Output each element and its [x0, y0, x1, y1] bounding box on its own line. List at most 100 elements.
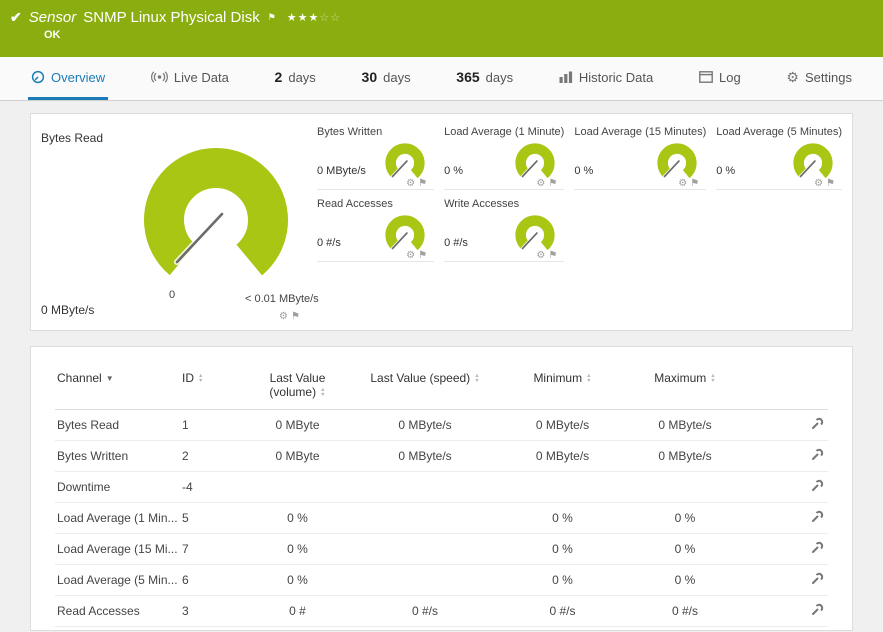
status-badge: OK — [44, 29, 61, 41]
tab-label: Log — [718, 69, 741, 85]
sort-desc-icon: ▼ — [105, 374, 114, 384]
channel-name: Downtime — [55, 471, 180, 503]
gauge-bytes-read: Bytes Read 0 < 0.01 MByte/s 0 MByte/s ⚙⚑ — [31, 114, 319, 330]
column-label: ID — [182, 371, 194, 385]
channel-settings-wrench-icon[interactable] — [811, 541, 824, 557]
channel-settings-wrench-icon[interactable] — [811, 572, 824, 588]
channel-maximum: 0 MByte/s — [625, 440, 745, 472]
channel-name: Bytes Written — [55, 440, 180, 472]
gauge-title: Load Average (5 Minutes) — [716, 126, 842, 138]
gauge-title: Read Accesses — [317, 198, 393, 210]
gauge-pin-icon[interactable]: ⚑ — [291, 311, 303, 322]
tab-30-days[interactable]: 30 days — [359, 57, 414, 100]
gauge-settings-gear-icon[interactable]: ⚙ — [406, 178, 418, 189]
live-data-icon — [150, 71, 168, 83]
tab-label: Settings — [804, 69, 852, 85]
column-header-minimum[interactable]: Minimum ▲ ▼ — [500, 367, 625, 410]
channel-maximum: 0 % — [625, 564, 745, 596]
column-header-last-value-volume[interactable]: Last Value (volume) ▲ ▼ — [245, 367, 350, 410]
tab-2-days[interactable]: 2 days — [272, 57, 319, 100]
channel-last-volume: 0 MByte — [245, 409, 350, 441]
column-label: Last Value (volume) — [269, 371, 326, 399]
gauge-title: Load Average (1 Minute) — [444, 126, 565, 138]
gauge-pin-icon[interactable]: ⚑ — [418, 178, 430, 189]
tab-bar: Overview Live Data 2 days 30 days 365 da… — [0, 57, 883, 101]
table-row: Load Average (5 Min... 6 0 % 0 % 0 % — [55, 564, 828, 596]
channel-id: 5 — [180, 502, 245, 534]
table-row: Load Average (1 Min... 5 0 % 0 % 0 % — [55, 502, 828, 534]
channel-id: 1 — [180, 409, 245, 441]
tab-label: days — [485, 69, 514, 85]
channel-maximum: 0 MByte/s — [625, 409, 745, 441]
gauge-scale-min: 0 — [169, 289, 176, 301]
tab-number: 30 — [361, 69, 378, 85]
channel-minimum: 0 #/s — [500, 595, 625, 627]
channel-name: Bytes Read — [55, 409, 180, 441]
gauge-value: 0 #/s — [317, 237, 341, 249]
tab-settings[interactable]: ⚙ Settings — [783, 57, 855, 100]
channel-last-speed: 0 MByte/s — [350, 440, 500, 472]
sort-icon: ▲ ▼ — [586, 373, 592, 384]
historic-data-chart-icon — [559, 71, 573, 83]
gauge-value: 0 MByte/s — [41, 303, 95, 317]
priority-flag-icon[interactable]: ⚑ — [268, 12, 276, 23]
gauge-dial — [144, 148, 288, 292]
gauge-pin-icon[interactable]: ⚑ — [548, 178, 560, 189]
stars-empty: ☆☆ — [319, 12, 342, 24]
tab-label: days — [383, 69, 411, 85]
tab-label: Historic Data — [578, 69, 654, 85]
channel-minimum: 0 % — [500, 502, 625, 534]
channel-settings-wrench-icon[interactable] — [811, 510, 824, 526]
gauge-pin-icon[interactable]: ⚑ — [418, 250, 430, 261]
column-header-last-value-speed[interactable]: Last Value (speed) ▲ ▼ — [350, 367, 500, 410]
gauge-settings-gear-icon[interactable]: ⚙ — [279, 311, 291, 322]
tab-overview[interactable]: Overview — [28, 57, 109, 100]
channel-last-speed — [350, 471, 500, 503]
channel-settings-wrench-icon[interactable] — [811, 603, 824, 619]
gauge-pin-icon[interactable]: ⚑ — [826, 178, 838, 189]
tab-365-days[interactable]: 365 days — [453, 57, 516, 100]
gauge-value: 0 % — [574, 165, 594, 177]
channel-settings-wrench-icon[interactable] — [811, 417, 824, 433]
channel-last-volume: 0 % — [245, 502, 350, 534]
sensor-header: ✔ Sensor SNMP Linux Physical Disk ⚑ ★★★☆… — [0, 0, 883, 57]
gauge-settings-gear-icon[interactable]: ⚙ — [536, 250, 548, 261]
channel-name: Load Average (5 Min... — [55, 564, 180, 596]
gauge-pin-icon[interactable]: ⚑ — [548, 250, 560, 261]
gauge-settings-gear-icon[interactable]: ⚙ — [678, 178, 690, 189]
gauge-load-average-5-minutes: Load Average (5 Minutes) 0 % ⚙⚑ — [716, 126, 842, 190]
channel-last-volume: 0 % — [245, 564, 350, 596]
favorite-stars[interactable]: ★★★☆☆ — [287, 11, 341, 24]
column-header-channel[interactable]: Channel ▼ — [55, 367, 180, 410]
channel-settings-wrench-icon[interactable] — [811, 479, 824, 495]
gauge-settings-gear-icon[interactable]: ⚙ — [814, 178, 826, 189]
tab-label: Live Data — [173, 69, 229, 85]
overview-gauge-icon — [31, 70, 45, 84]
gauge-pin-icon[interactable]: ⚑ — [690, 178, 702, 189]
gauge-title: Write Accesses — [444, 198, 520, 210]
tab-number: 2 — [274, 69, 283, 85]
tab-log[interactable]: Log — [696, 57, 744, 100]
ok-check-icon: ✔ — [10, 9, 22, 25]
column-header-maximum[interactable]: Maximum ▲ ▼ — [625, 367, 745, 410]
column-header-id[interactable]: ID ▲ ▼ — [180, 367, 245, 410]
column-label: Minimum — [533, 371, 583, 385]
small-gauges-grid: Bytes Written 0 MByte/s ⚙⚑ Load Average … — [313, 114, 852, 330]
table-row: Bytes Written 2 0 MByte 0 MByte/s 0 MByt… — [55, 440, 828, 472]
column-label: Maximum — [654, 371, 707, 385]
tab-historic-data[interactable]: Historic Data — [556, 57, 656, 100]
gauge-settings-gear-icon[interactable]: ⚙ — [406, 250, 418, 261]
sort-icon: ▲ ▼ — [710, 373, 716, 384]
channel-minimum: 0 MByte/s — [500, 409, 625, 441]
table-row: Write Accesses 4 0 # 0 #/s 0 #/s 0 #/s — [55, 626, 828, 630]
channel-settings-wrench-icon[interactable] — [811, 448, 824, 464]
gauge-bytes-written: Bytes Written 0 MByte/s ⚙⚑ — [317, 126, 435, 190]
table-row: Read Accesses 3 0 # 0 #/s 0 #/s 0 #/s — [55, 595, 828, 627]
gauge-settings-gear-icon[interactable]: ⚙ — [536, 178, 548, 189]
channel-last-volume: 0 MByte — [245, 440, 350, 472]
channel-last-speed: 0 #/s — [350, 626, 500, 630]
sort-icon: ▲ ▼ — [198, 373, 204, 384]
tab-live-data[interactable]: Live Data — [148, 57, 232, 100]
channels-table: Channel ▼ ID ▲ ▼ Last Value (volume) ▲ ▼ Last… — [55, 367, 828, 630]
tab-number: 365 — [456, 69, 480, 85]
